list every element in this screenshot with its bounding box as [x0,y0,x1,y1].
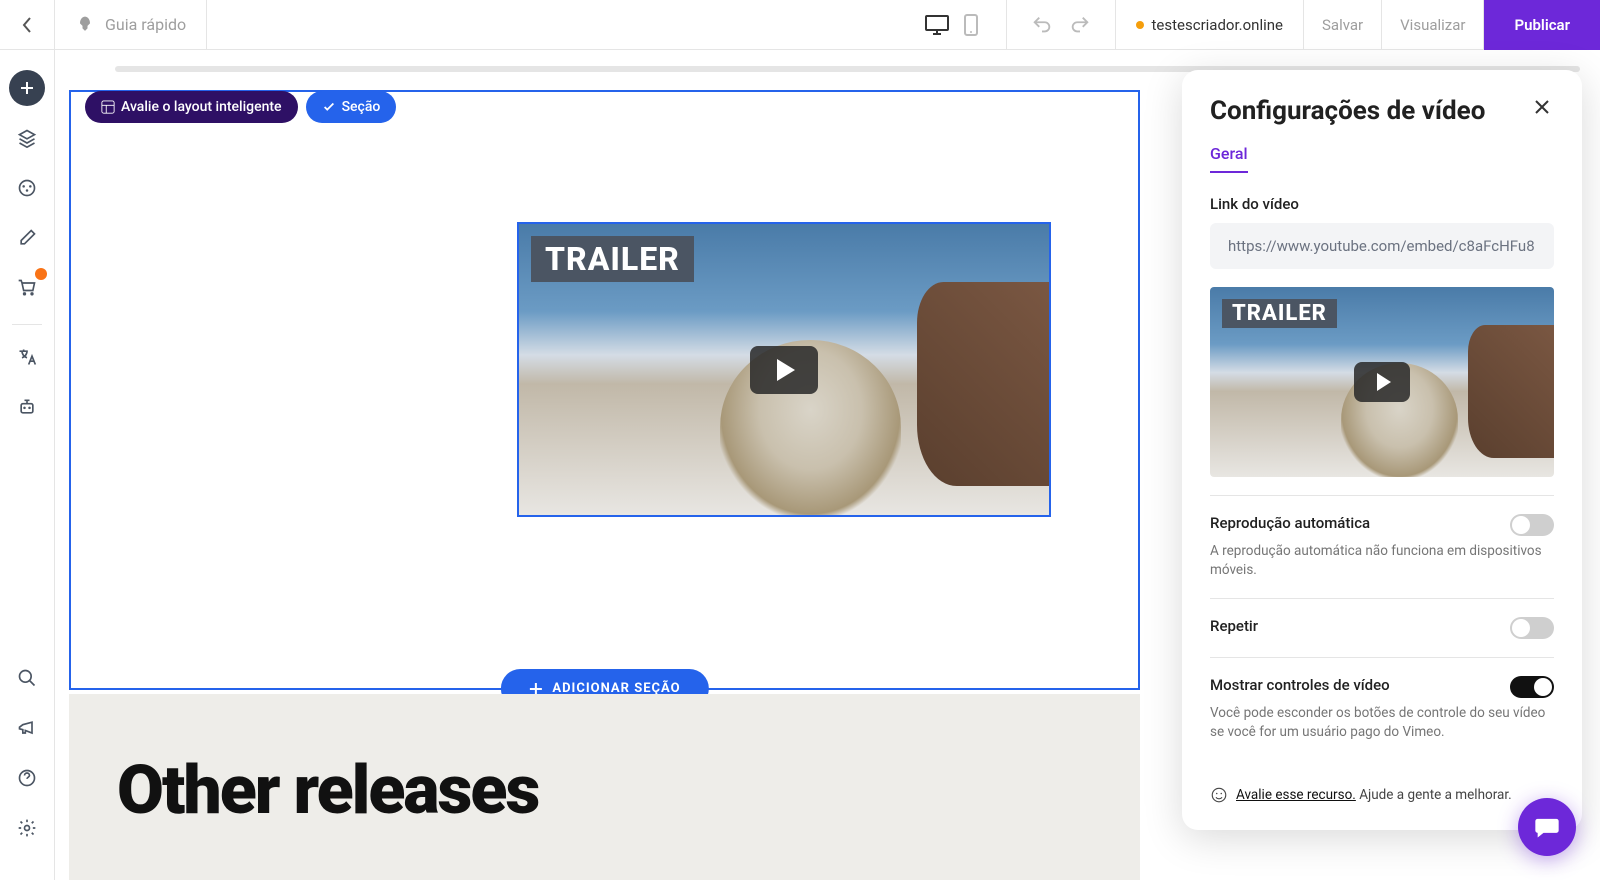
undo-button[interactable] [1027,10,1057,40]
desktop-icon [925,15,949,35]
redo-button[interactable] [1065,10,1095,40]
tab-general[interactable]: Geral [1210,144,1248,173]
status-dot-icon [1136,21,1144,29]
help-button[interactable] [9,760,45,796]
palette-icon [17,178,37,198]
desktop-device-button[interactable] [922,10,952,40]
quickguide-button[interactable]: Guia rápido [55,0,207,50]
section-badge[interactable]: Seção [306,91,397,123]
save-button[interactable]: Salvar [1304,0,1382,50]
close-button[interactable] [1530,96,1554,120]
trailer-label: TRAILER [531,236,694,282]
autoplay-desc: A reprodução automática não funciona em … [1210,542,1554,580]
translate-button[interactable] [9,339,45,375]
domain-indicator[interactable]: testescriador.online [1116,0,1304,50]
redo-icon [1069,14,1091,36]
controls-desc: Você pode esconder os botões de controle… [1210,704,1554,742]
announce-button[interactable] [9,710,45,746]
plus-icon [20,81,34,95]
pencil-icon [17,228,37,248]
topbar: Guia rápido testescriador.online Salvar … [0,0,1600,50]
publish-button[interactable]: Publicar [1484,0,1600,50]
preview-button[interactable]: Visualizar [1382,0,1484,50]
mobile-icon [964,14,978,36]
autoplay-label: Reprodução automática [1210,514,1370,532]
settings-button[interactable] [9,810,45,846]
layers-icon [17,128,37,148]
theme-button[interactable] [9,170,45,206]
device-switcher [902,0,1007,50]
panel-tabs: Geral [1210,144,1554,173]
autoplay-toggle[interactable] [1510,514,1554,536]
play-icon[interactable] [750,346,818,394]
panel-title: Configurações de vídeo [1210,96,1485,126]
search-icon [17,668,37,688]
rocket-icon [75,15,95,35]
smile-icon [1210,786,1228,804]
domain-label: testescriador.online [1152,16,1283,34]
other-releases-section: Other releases [69,694,1140,880]
chat-bubble-button[interactable] [1518,798,1576,856]
chat-icon [1533,813,1561,841]
left-rail [0,50,55,880]
megaphone-icon [17,718,37,738]
repeat-label: Repetir [1210,617,1258,635]
mobile-device-button[interactable] [956,10,986,40]
close-icon [1534,99,1550,115]
search-button[interactable] [9,660,45,696]
history-group [1007,0,1116,50]
smart-layout-badge[interactable]: Avalie o layout inteligente [85,91,298,123]
video-link-label: Link do vídeo [1210,195,1554,213]
selected-section[interactable]: Avalie o layout inteligente Seção TRAILE… [69,90,1140,690]
gear-icon [17,818,37,838]
feedback-link[interactable]: Avalie esse recurso. [1236,787,1356,803]
panel-footer: Avalie esse recurso. Ajude a gente a mel… [1210,786,1554,804]
section-badges: Avalie o layout inteligente Seção [85,91,396,123]
video-preview[interactable]: TRAILER [1210,287,1554,477]
robot-icon [17,397,37,417]
back-button[interactable] [0,0,55,50]
video-settings-panel: Configurações de vídeo Geral Link do víd… [1182,70,1582,830]
trailer-label-small: TRAILER [1222,299,1337,328]
cart-icon [17,278,37,298]
controls-toggle[interactable] [1510,676,1554,698]
video-thumbnail: TRAILER [519,224,1049,515]
ai-button[interactable] [9,389,45,425]
layers-button[interactable] [9,120,45,156]
repeat-toggle[interactable] [1510,617,1554,639]
add-element-button[interactable] [9,70,45,106]
check-icon [322,100,336,114]
translate-icon [17,347,37,367]
controls-label: Mostrar controles de vídeo [1210,676,1390,694]
quickguide-label: Guia rápido [105,15,186,34]
other-releases-heading: Other releases [117,750,1092,830]
help-icon [17,768,37,788]
video-link-input[interactable] [1210,223,1554,269]
play-icon[interactable] [1354,362,1410,402]
layout-icon [101,100,115,114]
store-button[interactable] [9,270,45,306]
undo-icon [1031,14,1053,36]
edit-button[interactable] [9,220,45,256]
video-element[interactable]: TRAILER [517,222,1051,517]
chevron-left-icon [22,17,32,33]
notification-badge-icon [35,268,47,280]
